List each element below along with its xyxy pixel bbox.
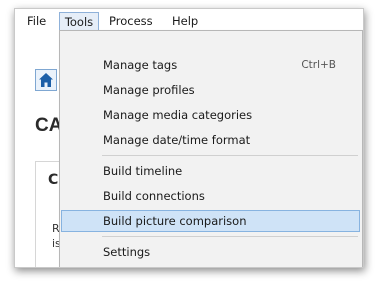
menu-item-manage-profiles[interactable]: Manage profiles bbox=[61, 79, 360, 101]
menu-item-settings[interactable]: Settings bbox=[61, 241, 360, 263]
menu-item-label: Build connections bbox=[103, 189, 205, 203]
menu-item-build-picture-comparison[interactable]: Build picture comparison bbox=[61, 210, 360, 232]
panel-heading: C bbox=[48, 172, 59, 188]
menu-bar: File Tools Process Help bbox=[15, 9, 363, 31]
menu-item-label: Manage profiles bbox=[103, 83, 195, 97]
menu-tools[interactable]: Tools bbox=[59, 12, 99, 31]
menu-separator bbox=[102, 155, 358, 156]
menu-item-manage-media-categories[interactable]: Manage media categories bbox=[61, 104, 360, 126]
menu-item-label: Manage tags bbox=[103, 58, 178, 72]
tools-dropdown-menu: Manage tags Ctrl+B Manage profiles Manag… bbox=[59, 30, 363, 267]
menu-item-label: Build timeline bbox=[103, 164, 183, 178]
menu-separator bbox=[102, 236, 358, 237]
menu-item-build-connections[interactable]: Build connections bbox=[61, 185, 360, 207]
menu-help[interactable]: Help bbox=[172, 13, 198, 29]
menu-item-label: Settings bbox=[103, 245, 151, 259]
menu-item-manage-tags[interactable]: Manage tags Ctrl+B bbox=[61, 54, 360, 76]
menu-file[interactable]: File bbox=[27, 13, 46, 29]
menu-item-build-timeline[interactable]: Build timeline bbox=[61, 160, 360, 182]
app-window: File Tools Process Help CA C R is Manage… bbox=[14, 8, 364, 268]
home-icon bbox=[39, 73, 53, 87]
screenshot-stage: File Tools Process Help CA C R is Manage… bbox=[0, 0, 378, 284]
shortcut-label: Ctrl+B bbox=[301, 59, 336, 71]
menu-item-manage-datetime-format[interactable]: Manage date/time format bbox=[61, 129, 360, 151]
menu-process[interactable]: Process bbox=[109, 13, 153, 29]
menu-item-label: Build picture comparison bbox=[103, 214, 247, 228]
home-button[interactable] bbox=[35, 69, 57, 91]
menu-item-label: Manage media categories bbox=[103, 108, 253, 122]
menu-item-label: Manage date/time format bbox=[103, 133, 251, 147]
